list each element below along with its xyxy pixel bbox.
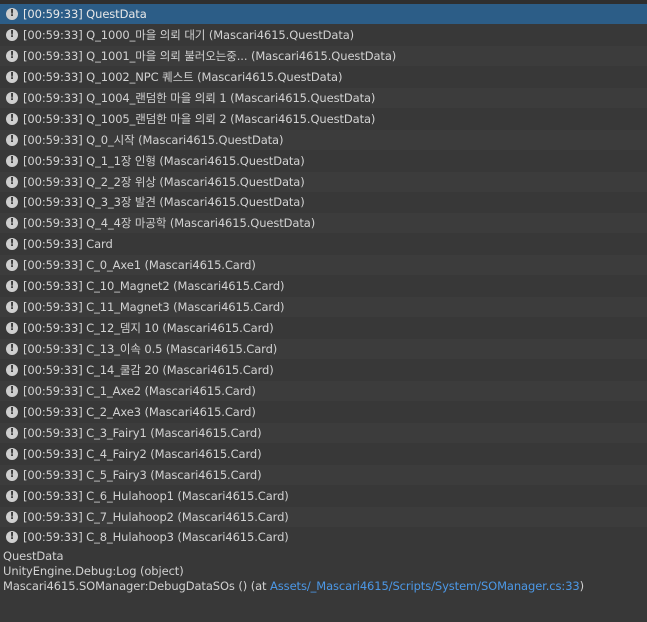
detail-message: QuestData bbox=[3, 549, 64, 563]
info-icon: ! bbox=[6, 343, 18, 355]
log-entry-text: [00:59:33] Q_1001_마을 의뢰 불러오는중... (Mascar… bbox=[23, 48, 397, 63]
log-entry-text: [00:59:33] C_4_Fairy2 (Mascari4615.Card) bbox=[23, 446, 262, 461]
log-entry-text: [00:59:33] Q_1004_랜덤한 마을 의뢰 1 (Mascari46… bbox=[23, 90, 376, 105]
log-entry-text: [00:59:33] C_7_Hulahoop2 (Mascari4615.Ca… bbox=[23, 509, 289, 524]
log-entry-text: [00:59:33] Q_1000_마을 의뢰 대기 (Mascari4615.… bbox=[23, 27, 355, 42]
info-icon: ! bbox=[6, 405, 18, 418]
log-entry[interactable]: ! [00:59:33] C_7_Hulahoop2 (Mascari4615.C… bbox=[0, 506, 647, 527]
info-icon: ! bbox=[6, 154, 18, 167]
log-entry-text: [00:59:33] C_14_쿨감 20 (Mascari4615.Card) bbox=[23, 362, 274, 377]
stacktrace-suffix: ) bbox=[579, 579, 585, 593]
log-entry-text: [00:59:33] C_3_Fairy1 (Mascari4615.Card) bbox=[23, 425, 262, 440]
info-icon: ! bbox=[6, 259, 18, 272]
log-entry-text: [00:59:33] Q_3_3장 발견 (Mascari4615.QuestD… bbox=[23, 195, 305, 210]
log-entry-text: [00:59:33] C_1_Axe2 (Mascari4615.Card) bbox=[23, 383, 256, 398]
log-entry-text: [00:59:33] C_2_Axe3 (Mascari4615.Card) bbox=[23, 404, 256, 419]
log-entry[interactable]: ! [00:59:33] Q_1002_NPC 퀘스트 (Mascari4615.… bbox=[0, 66, 647, 87]
log-entry-text: [00:59:33] Card bbox=[23, 237, 113, 252]
info-icon: ! bbox=[6, 217, 18, 230]
log-entry[interactable]: ! [00:59:33] Q_1_1장 인형 (Mascari4615.Quest… bbox=[0, 150, 647, 171]
log-entry[interactable]: ! [00:59:33] C_13_이속 0.5 (Mascari4615.Car… bbox=[0, 339, 647, 359]
info-icon: ! bbox=[6, 238, 18, 251]
log-entry[interactable]: ! [00:59:33] C_1_Axe2 (Mascari4615.Card) bbox=[0, 380, 647, 401]
info-icon: ! bbox=[6, 531, 18, 544]
log-list[interactable]: ! [00:59:33] QuestData! [00:59:33] Q_1000_… bbox=[0, 4, 647, 549]
log-entry-text: [00:59:33] Q_1_1장 인형 (Mascari4615.QuestD… bbox=[23, 153, 305, 168]
log-entry[interactable]: ! [00:59:33] C_3_Fairy1 (Mascari4615.Card… bbox=[0, 422, 647, 443]
info-icon: ! bbox=[6, 301, 18, 314]
log-entry[interactable]: ! [00:59:33] Q_4_4장 마공학 (Mascari4615.Ques… bbox=[0, 213, 647, 234]
log-entry-text: [00:59:33] Q_1005_랜덤한 마을 의뢰 2 (Mascari46… bbox=[23, 111, 376, 126]
source-file-link[interactable]: Assets/_Mascari4615/Scripts/System/SOMan… bbox=[270, 579, 580, 593]
info-icon: ! bbox=[6, 426, 18, 439]
info-icon: ! bbox=[6, 447, 18, 460]
console-window: ! [00:59:33] QuestData! [00:59:33] Q_1000_… bbox=[0, 0, 647, 622]
log-entry-text: [00:59:33] C_6_Hulahoop1 (Mascari4615.Ca… bbox=[23, 488, 289, 503]
log-entry[interactable]: ! [00:59:33] C_4_Fairy2 (Mascari4615.Card… bbox=[0, 443, 647, 464]
info-icon: ! bbox=[6, 280, 18, 293]
log-entry[interactable]: ! [00:59:33] Q_1005_랜덤한 마을 의뢰 2 (Mascari4… bbox=[0, 108, 647, 129]
log-entry[interactable]: ! [00:59:33] C_5_Fairy3 (Mascari4615.Card… bbox=[0, 464, 647, 485]
info-icon: ! bbox=[6, 322, 18, 335]
log-entry-text: [00:59:33] QuestData bbox=[23, 7, 147, 21]
log-entry[interactable]: ! [00:59:33] C_11_Magnet3 (Mascari4615.Ca… bbox=[0, 297, 647, 318]
log-entry[interactable]: ! [00:59:33] C_0_Axe1 (Mascari4615.Card) bbox=[0, 255, 647, 276]
info-icon: ! bbox=[6, 133, 18, 146]
log-entry[interactable]: ! [00:59:33] Q_2_2장 위상 (Mascari4615.Quest… bbox=[0, 171, 647, 192]
detail-stacktrace-line-2: Mascari4615.SOManager:DebugDataSOs () (a… bbox=[3, 579, 584, 593]
log-entry[interactable]: ! [00:59:33] Q_3_3장 발견 (Mascari4615.Quest… bbox=[0, 192, 647, 213]
log-entry[interactable]: ! [00:59:33] C_14_쿨감 20 (Mascari4615.Card… bbox=[0, 359, 647, 380]
log-entry[interactable]: ! [00:59:33] C_6_Hulahoop1 (Mascari4615.C… bbox=[0, 485, 647, 506]
info-icon: ! bbox=[6, 70, 18, 83]
log-entry-text: [00:59:33] Q_4_4장 마공학 (Mascari4615.Quest… bbox=[23, 216, 316, 231]
log-entry-text: [00:59:33] C_10_Magnet2 (Mascari4615.Car… bbox=[23, 279, 285, 294]
log-entry[interactable]: ! [00:59:33] Q_1004_랜덤한 마을 의뢰 1 (Mascari4… bbox=[0, 87, 647, 108]
log-entry-text: [00:59:33] Q_2_2장 위상 (Mascari4615.QuestD… bbox=[23, 174, 305, 189]
log-entry[interactable]: ! [00:59:33] Q_1000_마을 의뢰 대기 (Mascari4615… bbox=[0, 24, 647, 45]
log-entry-text: [00:59:33] C_5_Fairy3 (Mascari4615.Card) bbox=[23, 467, 262, 482]
log-entry[interactable]: ! [00:59:33] Card bbox=[0, 234, 647, 255]
log-entry-text: [00:59:33] Q_0_시작 (Mascari4615.QuestData… bbox=[23, 132, 284, 147]
log-entry[interactable]: ! [00:59:33] QuestData bbox=[0, 4, 647, 24]
info-icon: ! bbox=[6, 363, 18, 376]
log-entry[interactable]: ! [00:59:33] C_2_Axe3 (Mascari4615.Card) bbox=[0, 401, 647, 422]
log-detail-panel[interactable]: QuestData UnityEngine.Debug:Log (object)… bbox=[0, 549, 647, 622]
log-entry-text: [00:59:33] Q_1002_NPC 퀘스트 (Mascari4615.Q… bbox=[23, 69, 343, 84]
info-icon: ! bbox=[6, 28, 18, 41]
info-icon: ! bbox=[6, 175, 18, 188]
info-icon: ! bbox=[6, 510, 18, 523]
info-icon: ! bbox=[6, 196, 18, 209]
info-icon: ! bbox=[6, 8, 18, 20]
log-entry-text: [00:59:33] C_11_Magnet3 (Mascari4615.Car… bbox=[23, 300, 285, 315]
log-entry-text: [00:59:33] C_8_Hulahoop3 (Mascari4615.Ca… bbox=[23, 530, 289, 545]
info-icon: ! bbox=[6, 91, 18, 104]
log-entry[interactable]: ! [00:59:33] Q_0_시작 (Mascari4615.QuestDat… bbox=[0, 129, 647, 150]
log-entry[interactable]: ! [00:59:33] C_10_Magnet2 (Mascari4615.Ca… bbox=[0, 276, 647, 297]
log-entry-text: [00:59:33] C_13_이속 0.5 (Mascari4615.Card… bbox=[23, 342, 278, 356]
info-icon: ! bbox=[6, 112, 18, 125]
info-icon: ! bbox=[6, 384, 18, 397]
info-icon: ! bbox=[6, 468, 18, 481]
log-entry-text: [00:59:33] C_0_Axe1 (Mascari4615.Card) bbox=[23, 258, 256, 273]
stacktrace-prefix: Mascari4615.SOManager:DebugDataSOs () (a… bbox=[3, 579, 271, 593]
log-entry[interactable]: ! [00:59:33] C_12_뎀지 10 (Mascari4615.Card… bbox=[0, 318, 647, 339]
log-entry[interactable]: ! [00:59:33] C_8_Hulahoop3 (Mascari4615.C… bbox=[0, 527, 647, 548]
info-icon: ! bbox=[6, 49, 18, 62]
detail-stacktrace-line-1: UnityEngine.Debug:Log (object) bbox=[3, 564, 184, 578]
log-entry-text: [00:59:33] C_12_뎀지 10 (Mascari4615.Card) bbox=[23, 321, 274, 336]
info-icon: ! bbox=[6, 489, 18, 502]
log-entry[interactable]: ! [00:59:33] Q_1001_마을 의뢰 불러오는중... (Masca… bbox=[0, 45, 647, 66]
